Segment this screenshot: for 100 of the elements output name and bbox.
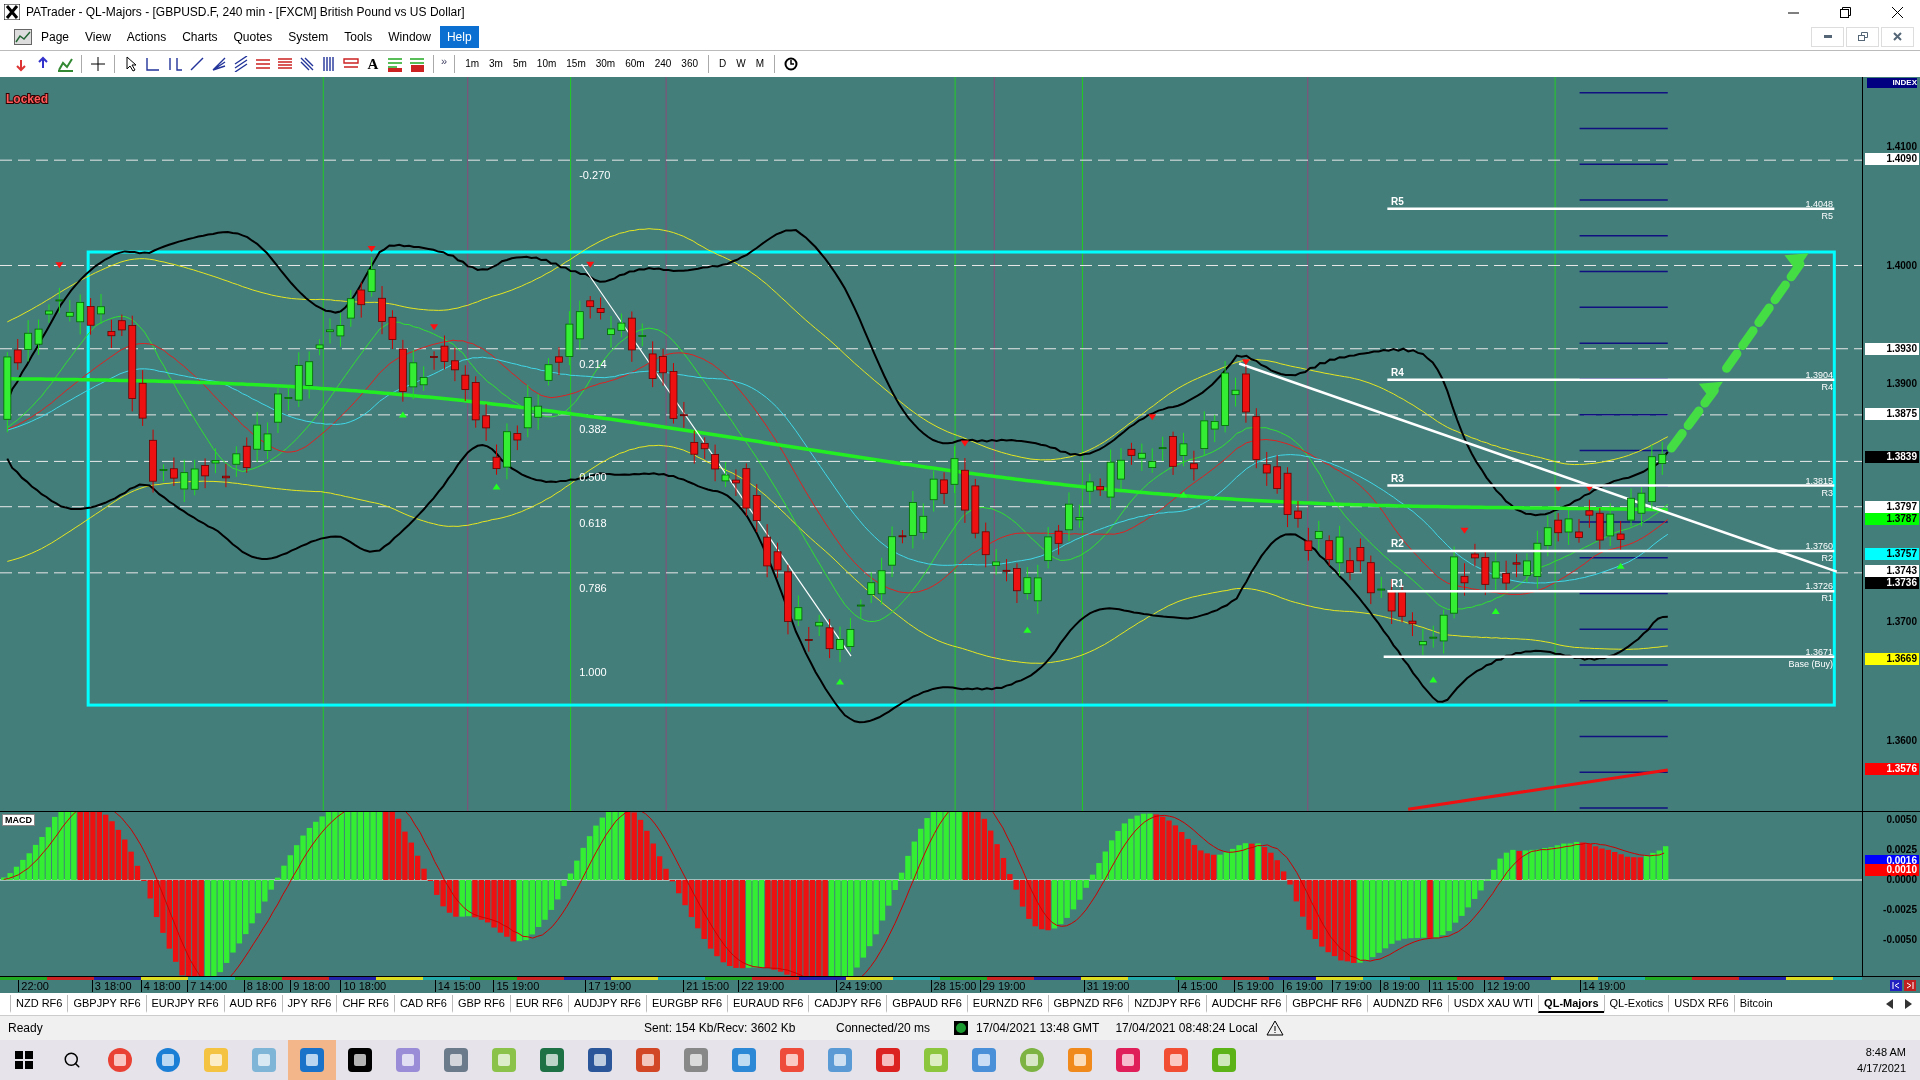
pivot-label: R3 [1391,472,1404,484]
time-label: 8 18:00 [243,980,284,993]
time-label: 15 19:00 [493,980,540,993]
menu-item[interactable]: Quotes [226,25,280,48]
pivot-label: R5 [1391,195,1404,207]
menu-item[interactable]: Page [34,25,77,48]
time-label: 8 19:00 [1380,980,1420,993]
pivot-value: 1.4048 [1805,198,1834,209]
gmt-time: 17/04/2021 13:48 GMT [975,1021,1101,1036]
time-label: 31 19:00 [1083,980,1130,993]
close-icon [1893,32,1902,42]
pivot-label: R5 [1821,210,1834,221]
period-button[interactable]: W [733,58,749,70]
time-label: 29 19:00 [979,980,1026,993]
period-button[interactable]: D [716,58,730,70]
timeframe-button[interactable]: 5m [509,58,530,70]
time-label: 7 14:00 [187,980,228,993]
pivot-label: R2 [1821,552,1834,563]
timeframe-button[interactable]: 1m [462,58,483,70]
timeframe-button[interactable]: 30m [592,58,619,70]
menu-item[interactable]: View [78,25,118,48]
time-label: 9 18:00 [290,980,330,993]
connection-status: Connected/20 ms [835,1021,932,1036]
traffic-status: Sent: 154 Kb/Recv: 3602 Kb [643,1021,797,1036]
price-tick-label: 1.3600 [1885,734,1918,747]
minimize-button[interactable] [1811,26,1844,47]
index-label: INDEX [1867,77,1917,88]
menu-item[interactable]: Window [381,25,438,48]
time-label: 22:00 [18,980,49,993]
fibonacci-label: 0.382 [579,422,607,435]
channel-icon[interactable] [232,54,250,73]
pivot-value: 1.3904 [1805,369,1834,380]
timeframe-button[interactable]: 240 [651,58,675,70]
price-marker: 1.3930 [1865,342,1919,355]
close-icon [1891,6,1903,18]
menu-item[interactable]: Charts [175,25,225,48]
pivot-value: 1.3726 [1805,581,1834,592]
time-label: 6 19:00 [1283,980,1323,993]
time-label: 14 19:00 [1579,980,1626,993]
price-marker: 1.3875 [1865,408,1919,421]
price-tick-label: 1.4000 [1885,259,1918,272]
pivot-label: R4 [1821,381,1834,392]
minimize-icon [1823,35,1832,39]
time-label: 24 19:00 [836,980,883,993]
chart-icon [14,28,32,45]
pivot-label: R2 [1391,537,1404,549]
time-label: 4 18:00 [140,980,181,993]
pivot-label: R1 [1821,593,1834,604]
menu-item[interactable]: System [281,25,336,48]
fibonacci-label: 0.214 [579,357,607,370]
time-label: 10 18:00 [340,980,387,993]
time-label: 11 15:00 [1429,980,1474,993]
time-label: 4 15:00 [1177,980,1218,993]
time-label: 5 19:00 [1234,980,1274,993]
status-text: Ready [7,1021,44,1036]
price-marker: 1.3839 [1865,450,1919,463]
price-marker: 1.3757 [1865,548,1919,561]
connection-indicator-icon [954,1021,968,1036]
crosshair-icon[interactable] [89,54,107,73]
timeframe-button[interactable]: 60m [622,58,648,70]
price-marker: 1.4090 [1865,152,1919,165]
scroll-start-icon[interactable] [1890,979,1902,991]
local-time: 17/04/2021 08:48:24 Local [1114,1021,1259,1036]
fibonacci-label: 0.786 [579,581,607,594]
sheet-tab[interactable]: QL-Majors [1538,995,1604,1014]
scroll-right-icon[interactable] [1904,999,1912,1010]
menu-item[interactable]: Help [439,25,479,48]
macd-tick-label: 0.0025 [1885,843,1918,856]
x-logo-icon [4,4,20,20]
time-label: 14 15:00 [434,980,481,993]
text-tool-button[interactable]: A [364,54,382,73]
timeframe-button[interactable]: 15m [563,58,589,70]
restore-icon [1839,6,1851,18]
price-marker: 1.3576 [1865,763,1919,776]
taskbar-clock: 8:48 AM 4/17/2021 [1857,1045,1907,1076]
pivot-value: 1.3671 [1805,646,1834,657]
time-label: 22 19:00 [738,980,785,993]
restore-icon [1857,32,1868,42]
menu-item[interactable]: Tools [337,25,380,48]
close-button[interactable] [1881,26,1914,47]
pivot-label: R3 [1821,487,1834,498]
time-label: 7 19:00 [1332,980,1372,993]
timeframe-button[interactable]: 10m [533,58,560,70]
overflow-button[interactable]: » [441,54,448,67]
price-tick-label: 1.3700 [1885,616,1918,628]
lock-label: Locked [6,91,48,106]
scroll-end-icon[interactable] [1904,979,1916,991]
fibonacci-label: 1.000 [579,666,607,679]
period-button[interactable]: M [752,58,768,70]
time-label: 21 15:00 [683,980,730,993]
price-marker: 1.3743 [1865,564,1919,577]
price-marker: 1.3669 [1865,652,1919,665]
menu-item[interactable]: Actions [119,25,174,48]
scroll-left-icon[interactable] [1886,999,1894,1010]
time-label: 3 18:00 [91,980,132,993]
timeframe-button[interactable]: 3m [486,58,506,70]
fibonacci-label: 0.618 [579,516,607,529]
timeframe-button[interactable]: 360 [678,58,702,70]
macd-tick-label: 0.0050 [1885,813,1918,826]
macd-label: MACD [2,813,35,826]
